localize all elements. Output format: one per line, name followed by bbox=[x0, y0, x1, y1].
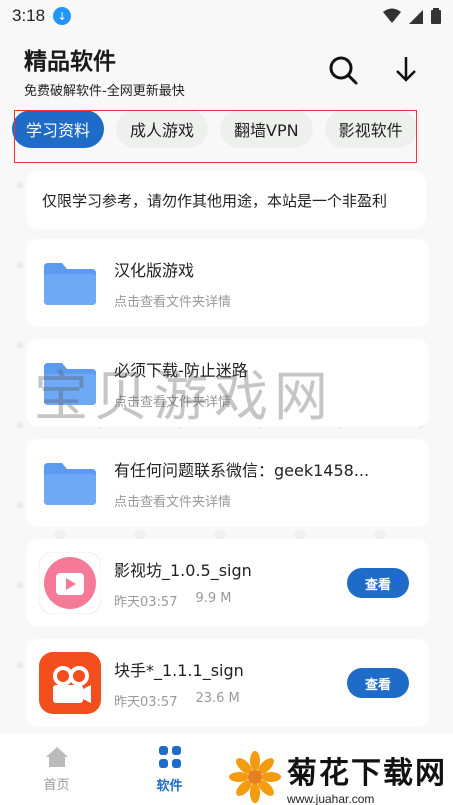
page-title: 精品软件 bbox=[24, 48, 116, 74]
folder-name: 必须下载-防止迷路 bbox=[114, 360, 248, 380]
view-button[interactable]: 查看 bbox=[347, 568, 409, 598]
nav-home-label: 首页 bbox=[43, 777, 70, 793]
folder-item[interactable]: 必须下载-防止迷路 点击查看文件夹详情 bbox=[26, 339, 429, 427]
status-time: 3:18 bbox=[12, 6, 46, 25]
folder-icon bbox=[44, 463, 96, 505]
folder-icon bbox=[44, 363, 96, 405]
search-icon[interactable] bbox=[327, 54, 359, 86]
flower-logo-icon bbox=[229, 751, 281, 803]
tab-adult-games[interactable]: 成人游戏 bbox=[116, 110, 209, 148]
download-icon[interactable] bbox=[393, 54, 419, 84]
brand-url: www.juahar.com bbox=[287, 792, 375, 805]
folder-name: 有任何问题联系微信：geek1458... bbox=[114, 460, 370, 480]
download-notification-icon: ↓ bbox=[53, 7, 72, 25]
app-time: 昨天03:57 bbox=[114, 694, 178, 710]
video-camera-app-icon bbox=[39, 652, 101, 714]
wifi-icon bbox=[383, 8, 401, 23]
grid-icon bbox=[158, 745, 181, 768]
tab-vpn[interactable]: 翻墙VPN bbox=[220, 110, 313, 148]
page-subtitle: 免费破解软件-全网更新最快 bbox=[24, 84, 185, 99]
app-name: 影视坊_1.0.5_sign bbox=[114, 560, 252, 580]
app-size: 9.9 M bbox=[195, 590, 232, 606]
nav-home[interactable]: 首页 bbox=[0, 733, 113, 805]
tab-video-software[interactable]: 影视软件 bbox=[324, 110, 417, 148]
category-tabs: 学习资料 成人游戏 翻墙VPN 影视软件 bbox=[12, 110, 453, 150]
folder-icon bbox=[44, 263, 96, 305]
nav-software[interactable]: 软件 bbox=[113, 733, 226, 805]
folder-hint: 点击查看文件夹详情 bbox=[114, 294, 232, 310]
cell-signal-icon bbox=[409, 10, 423, 24]
app-item[interactable]: 块手*_1.1.1_sign 昨天03:57 23.6 M 查看 bbox=[26, 639, 429, 727]
app-size: 23.6 M bbox=[195, 690, 240, 706]
home-icon bbox=[45, 746, 68, 767]
brand-logo: 菊花下载网 www.juahar.com bbox=[229, 748, 447, 805]
brand-title: 菊花下载网 bbox=[287, 756, 447, 791]
nav-software-label: 软件 bbox=[156, 778, 183, 794]
battery-icon bbox=[431, 8, 441, 24]
folder-name: 汉化版游戏 bbox=[114, 260, 195, 280]
folder-item[interactable]: 有任何问题联系微信：geek1458... 点击查看文件夹详情 bbox=[26, 439, 429, 527]
app-item[interactable]: 影视坊_1.0.5_sign 昨天03:57 9.9 M 查看 bbox=[26, 539, 429, 627]
status-bar: 3:18 ↓ bbox=[0, 0, 453, 32]
tv-app-icon bbox=[39, 552, 101, 614]
status-icons bbox=[383, 8, 441, 24]
folder-hint: 点击查看文件夹详情 bbox=[114, 494, 232, 510]
folder-item[interactable]: 汉化版游戏 点击查看文件夹详情 bbox=[26, 239, 429, 327]
app-name: 块手*_1.1.1_sign bbox=[114, 660, 244, 680]
tab-study[interactable]: 学习资料 bbox=[12, 110, 105, 148]
folder-hint: 点击查看文件夹详情 bbox=[114, 394, 232, 410]
notice-banner: 仅限学习参考，请勿作其他用途，本站是一个非盈利 bbox=[26, 171, 426, 229]
page-header: 精品软件 免费破解软件-全网更新最快 bbox=[24, 42, 185, 99]
view-button[interactable]: 查看 bbox=[347, 668, 409, 698]
app-time: 昨天03:57 bbox=[114, 594, 178, 610]
